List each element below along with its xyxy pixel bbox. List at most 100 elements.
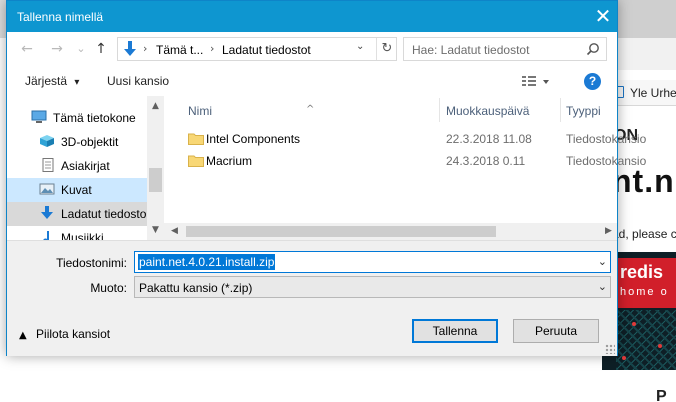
file-type-select[interactable]: Pakattu kansio (*.zip) ⌄	[134, 276, 611, 298]
sort-ascending-icon: ^	[306, 104, 315, 115]
breadcrumb-separator: ›	[210, 42, 215, 55]
dialog-titlebar[interactable]: Tallenna nimellä ✕	[7, 1, 617, 32]
address-dropdown-icon[interactable]: ⌄	[356, 41, 364, 52]
column-header-modified[interactable]: Muokkauspäivä	[446, 104, 529, 118]
file-modified: 24.3.2018 0.11	[446, 154, 526, 168]
folder-icon	[188, 155, 204, 167]
scroll-up-icon[interactable]: ▲	[147, 98, 164, 114]
column-divider[interactable]	[560, 98, 561, 122]
organize-button[interactable]: Järjestä ▾	[25, 74, 79, 88]
bookmark-yle[interactable]: Yle Urheil	[630, 86, 676, 100]
ad-graphic	[616, 310, 676, 370]
tree-item-label: Musiikki	[61, 231, 104, 240]
ad-tagline: home o	[620, 286, 669, 298]
column-divider[interactable]	[439, 98, 440, 122]
tree-item-downloads[interactable]: Ladatut tiedosto	[7, 202, 147, 226]
file-type-label: Muoto:	[90, 281, 127, 295]
up-arrow-icon[interactable]: ↑	[91, 39, 111, 59]
monitor-icon	[31, 110, 47, 123]
tree-item-label: 3D-objektit	[61, 135, 119, 149]
recent-locations-icon[interactable]: ⌄	[71, 39, 91, 59]
file-modified: 22.3.2018 11.08	[446, 132, 532, 146]
file-name: Intel Components	[206, 132, 301, 146]
scroll-left-icon[interactable]: ◀	[166, 223, 183, 240]
tree-item-label: Ladatut tiedosto	[61, 207, 147, 221]
page-text-letter: P	[656, 388, 667, 402]
view-options-icon[interactable]	[521, 74, 551, 88]
column-header-name[interactable]: Nimi	[188, 104, 212, 118]
browser-tab[interactable]	[618, 0, 676, 38]
column-headers: ^ Nimi Muokkauspäivä Tyyppi	[164, 96, 617, 124]
navigation-bar: ← → ⌄ ↑ › Tämä t... › Ladatut tiedostot …	[7, 32, 617, 66]
cancel-button[interactable]: Peruuta	[513, 319, 599, 343]
ad-dot	[658, 344, 662, 348]
filename-field[interactable]: paint.net.4.0.21.install.zip ⌄	[134, 251, 611, 273]
search-icon	[586, 43, 599, 56]
file-name: Macrium	[206, 154, 253, 168]
filename-value: paint.net.4.0.21.install.zip	[138, 254, 276, 270]
ad-banner: redis home o	[616, 258, 676, 308]
scroll-right-icon[interactable]: ▶	[600, 223, 617, 240]
hide-folders-label: Piilota kansiot	[36, 327, 111, 341]
back-arrow-icon[interactable]: ←	[17, 39, 37, 59]
music-icon	[43, 231, 49, 240]
navigation-pane: Tämä tietokone 3D-objektit Asiakirjat Ku…	[7, 96, 164, 240]
tree-item-3d-objects[interactable]: 3D-objektit	[7, 130, 147, 154]
file-list-horizontal-scrollbar[interactable]: ◀ ▶	[164, 223, 617, 240]
chevron-up-icon: ▲	[19, 330, 27, 341]
chevron-down-icon: ▾	[74, 77, 80, 88]
search-placeholder: Hae: Ladatut tiedostot	[412, 43, 530, 57]
save-button[interactable]: Tallenna	[412, 319, 498, 343]
folder-icon	[188, 133, 204, 145]
command-bar: Järjestä ▾ Uusi kansio ?	[7, 66, 617, 96]
file-type: Tiedostokansio	[566, 132, 647, 146]
tree-item-label: Kuvat	[61, 183, 92, 197]
page-title-fragment: nt.n	[612, 163, 675, 199]
forward-arrow-icon[interactable]: →	[47, 39, 67, 59]
tree-item-label: Asiakirjat	[61, 159, 110, 173]
tree-item-label: Tämä tietokone	[53, 111, 136, 125]
ad-dot	[632, 322, 636, 326]
new-folder-button[interactable]: Uusi kansio	[107, 74, 169, 88]
file-type-value: Pakattu kansio (*.zip)	[139, 281, 253, 295]
breadcrumb-this-pc[interactable]: Tämä t...	[156, 43, 203, 57]
file-type: Tiedostokansio	[566, 154, 647, 168]
ad-dot	[622, 356, 626, 360]
list-item[interactable]: Intel Components 22.3.2018 11.08 Tiedost…	[164, 128, 646, 150]
chevron-down-icon: ⌄	[597, 280, 607, 293]
bookmark-bar: Yle Urheil	[610, 80, 676, 106]
address-bar[interactable]: › Tämä t... › Ladatut tiedostot ⌄ ↻	[117, 37, 397, 61]
page-text-fragment: ad, please c	[612, 227, 676, 241]
tree-item-this-pc[interactable]: Tämä tietokone	[7, 106, 147, 130]
save-as-dialog: Tallenna nimellä ✕ ← → ⌄ ↑ › Tämä t... ›…	[6, 0, 646, 356]
download-location-icon	[124, 41, 136, 56]
save-options-panel: Tiedostonimi: paint.net.4.0.21.install.z…	[7, 240, 617, 356]
list-item[interactable]: Macrium 24.3.2018 0.11 Tiedostokansio	[164, 150, 646, 172]
close-icon[interactable]: ✕	[589, 1, 617, 32]
search-input[interactable]: Hae: Ladatut tiedostot	[403, 37, 607, 61]
organize-label: Järjestä	[25, 74, 68, 88]
tree-item-pictures[interactable]: Kuvat	[7, 178, 147, 202]
filename-label: Tiedostonimi:	[56, 256, 127, 270]
file-list: ^ Nimi Muokkauspäivä Tyyppi Intel Compon…	[164, 96, 646, 240]
hide-folders-toggle[interactable]: ▲ Piilota kansiot	[19, 327, 110, 341]
scroll-down-icon[interactable]: ▼	[147, 222, 164, 238]
browser-address-bar	[608, 38, 676, 70]
cube-icon	[40, 135, 54, 147]
scrollbar-thumb[interactable]	[186, 226, 496, 237]
resize-grip[interactable]	[605, 344, 615, 354]
scrollbar-thumb[interactable]	[149, 168, 162, 192]
refresh-icon[interactable]: ↻	[376, 38, 397, 60]
dialog-title: Tallenna nimellä	[17, 10, 104, 24]
tree-item-documents[interactable]: Asiakirjat	[7, 154, 147, 178]
navigation-scrollbar[interactable]: ▲ ▼	[147, 96, 164, 240]
column-header-type[interactable]: Tyyppi	[566, 104, 601, 118]
breadcrumb-downloads[interactable]: Ladatut tiedostot	[222, 43, 311, 57]
breadcrumb-separator: ›	[143, 42, 148, 55]
chevron-down-icon[interactable]: ⌄	[598, 255, 607, 268]
help-icon[interactable]: ?	[584, 73, 601, 90]
tree-item-music[interactable]: Musiikki	[7, 226, 147, 240]
pictures-icon	[39, 183, 55, 195]
download-icon	[41, 206, 53, 219]
ad-brand: redis	[620, 262, 664, 282]
